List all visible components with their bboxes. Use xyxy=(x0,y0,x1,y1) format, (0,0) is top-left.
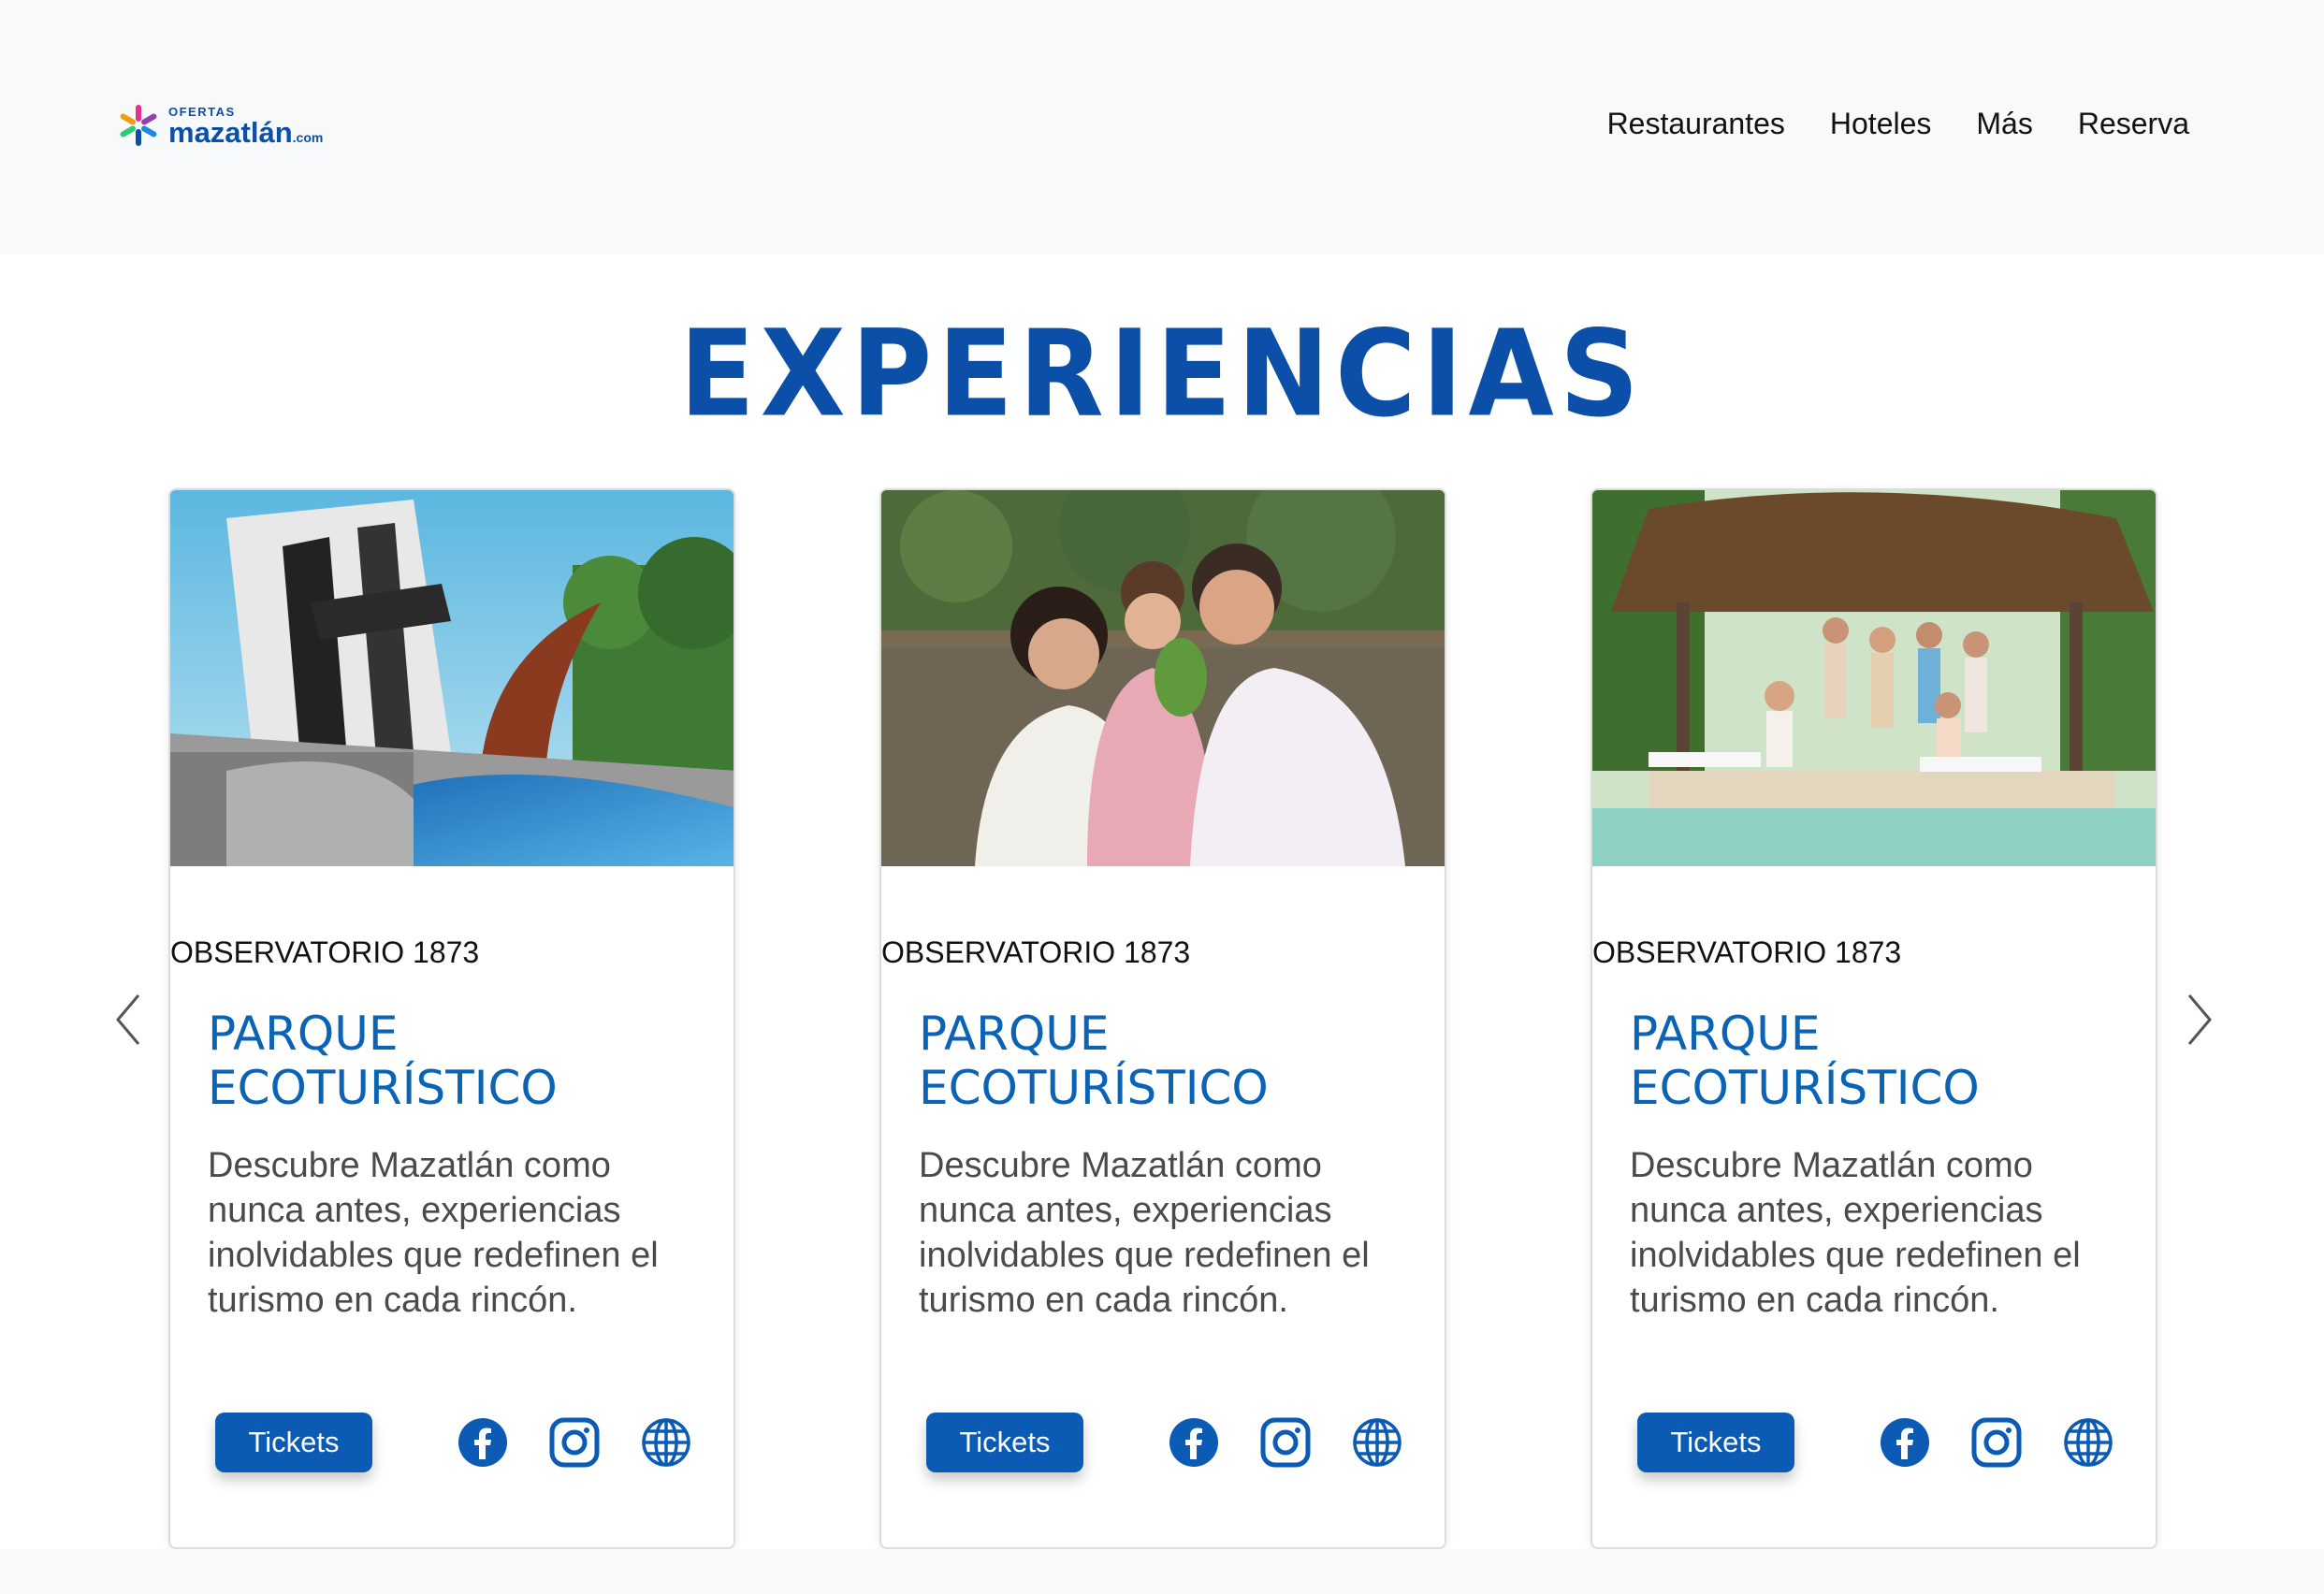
nav-reserva[interactable]: Reserva xyxy=(2078,105,2189,142)
instagram-icon[interactable] xyxy=(1259,1416,1312,1469)
card-kicker: OBSERVATORIO 1873 xyxy=(1592,935,1902,969)
instagram-icon[interactable] xyxy=(1970,1416,2023,1469)
globe-icon[interactable] xyxy=(640,1416,692,1469)
card-title: PARQUE ECOTURÍSTICO xyxy=(1630,1007,1980,1115)
card-image xyxy=(1592,490,2156,866)
instagram-icon[interactable] xyxy=(548,1416,601,1469)
logo-mark-icon xyxy=(116,103,161,150)
nav-restaurantes[interactable]: Restaurantes xyxy=(1607,105,1785,142)
card-title: PARQUE ECOTURÍSTICO xyxy=(919,1007,1269,1115)
section-title: EXPERIENCIAS xyxy=(679,303,1645,443)
card-image xyxy=(881,490,1445,866)
tickets-button[interactable]: Tickets xyxy=(215,1413,372,1472)
globe-icon[interactable] xyxy=(1351,1416,1403,1469)
tickets-button[interactable]: Tickets xyxy=(1637,1413,1794,1472)
facebook-icon[interactable] xyxy=(1168,1416,1220,1469)
main-nav: Restaurantes Hoteles Más Reserva xyxy=(1607,105,2189,142)
nav-mas[interactable]: Más xyxy=(1976,105,2032,142)
experience-card: OBSERVATORIO 1873 PARQUE ECOTURÍSTICO De… xyxy=(1590,488,2157,1549)
tickets-button[interactable]: Tickets xyxy=(926,1413,1083,1472)
facebook-icon[interactable] xyxy=(1879,1416,1931,1469)
carousel-next-arrow-icon[interactable] xyxy=(2180,992,2217,1048)
carousel-prev-arrow-icon[interactable] xyxy=(110,992,148,1048)
footer-strip xyxy=(0,1549,2324,1594)
globe-icon[interactable] xyxy=(2062,1416,2114,1469)
card-title: PARQUE ECOTURÍSTICO xyxy=(208,1007,558,1115)
card-image xyxy=(170,490,734,866)
experience-card: OBSERVATORIO 1873 PARQUE ECOTURÍSTICO De… xyxy=(879,488,1446,1549)
site-header: OFERTAS mazatlán.com Restaurantes Hotele… xyxy=(0,0,2324,254)
facebook-icon[interactable] xyxy=(457,1416,509,1469)
nav-hoteles[interactable]: Hoteles xyxy=(1830,105,1932,142)
card-kicker: OBSERVATORIO 1873 xyxy=(881,935,1191,969)
logo-wordmark: mazatlán.com xyxy=(168,116,324,149)
card-description: Descubre Mazatlán como nunca antes, expe… xyxy=(919,1146,1370,1320)
card-kicker: OBSERVATORIO 1873 xyxy=(170,935,480,969)
card-description: Descubre Mazatlán como nunca antes, expe… xyxy=(1630,1146,2081,1320)
site-logo[interactable]: OFERTAS mazatlán.com xyxy=(116,101,331,152)
card-description: Descubre Mazatlán como nunca antes, expe… xyxy=(208,1146,659,1320)
experience-card: OBSERVATORIO 1873 PARQUE ECOTURÍSTICO De… xyxy=(168,488,735,1549)
